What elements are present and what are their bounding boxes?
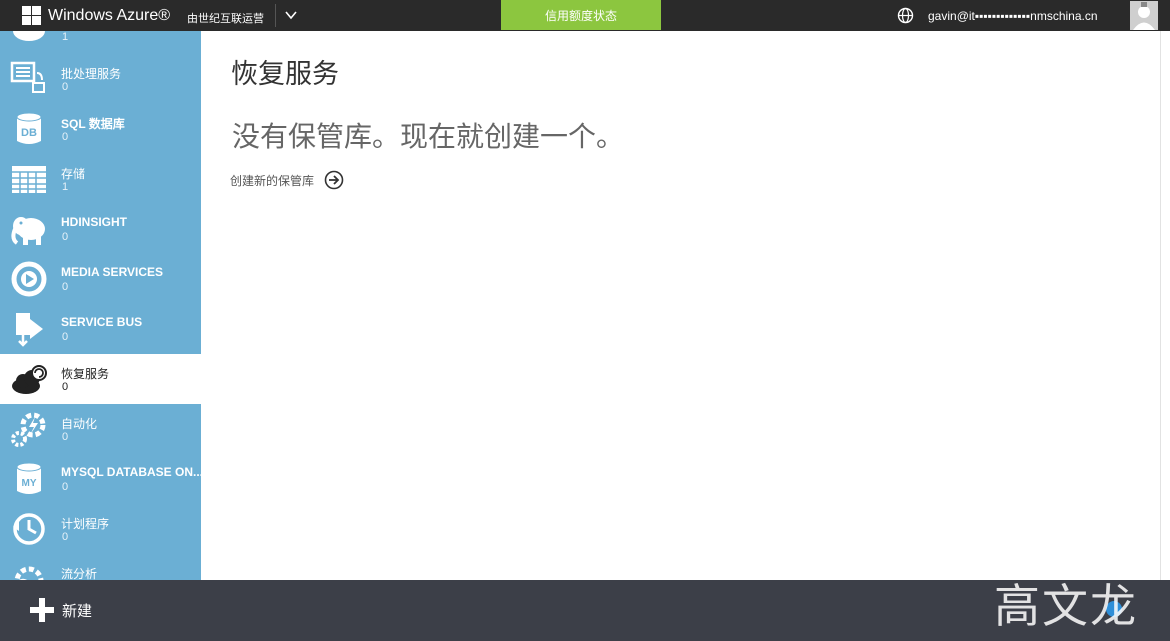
recovery-cloud-icon — [12, 365, 47, 394]
svg-text:DB: DB — [21, 127, 37, 139]
topbar-divider — [275, 4, 276, 27]
sidebar: 1 批处理服务 0 DB SQL 数据库 0 存储 1 HDINSIGHT 0 … — [0, 31, 201, 580]
sidebar-item-label: SQL 数据库 — [61, 117, 125, 131]
sidebar-item-label: 自动化 — [61, 417, 98, 431]
sidebar-item-scheduler[interactable]: 计划程序 0 — [0, 504, 201, 554]
chevron-down-icon[interactable] — [284, 8, 298, 22]
logo-text: Windows Azure® — [48, 7, 171, 24]
globe-icon[interactable] — [897, 7, 914, 24]
sidebar-item-count: 0 — [62, 481, 69, 493]
sidebar-item-count: 0 — [62, 531, 69, 543]
scrollbar-track[interactable] — [1160, 31, 1161, 580]
sidebar-item-media-services[interactable]: MEDIA SERVICES 0 — [0, 254, 201, 304]
svg-text:MY: MY — [22, 478, 37, 489]
sidebar-item-count: 1 — [62, 31, 69, 43]
sidebar-item-label: 批处理服务 — [61, 67, 122, 81]
sidebar-item-count: 0 — [62, 381, 69, 393]
new-button-label: 新建 — [62, 602, 93, 620]
sidebar-item-label: 恢复服务 — [61, 367, 110, 381]
user-avatar-icon — [1130, 1, 1158, 30]
automation-gear-icon — [11, 412, 46, 447]
scheduler-clock-icon — [13, 513, 45, 545]
sidebar-item-label: 计划程序 — [61, 517, 110, 531]
sidebar-item-label: HDINSIGHT — [61, 215, 127, 229]
mysql-icon: MY — [16, 462, 42, 494]
sidebar-item-label: MEDIA SERVICES — [61, 265, 164, 279]
sidebar-item-hdinsight[interactable]: HDINSIGHT 0 — [0, 204, 201, 254]
cloud-icon — [13, 31, 45, 41]
sidebar-item-label: SERVICE BUS — [61, 315, 143, 329]
sidebar-item-count: 0 — [62, 281, 69, 293]
storage-table-icon — [12, 166, 46, 193]
sidebar-item-count: 0 — [62, 431, 69, 443]
empty-state-message: 没有保管库。现在就创建一个。 — [232, 120, 625, 153]
database-icon: DB — [16, 112, 42, 144]
batch-icon — [10, 61, 45, 93]
sidebar-item-partial[interactable]: 1 — [0, 31, 201, 54]
user-email[interactable]: gavin@it▪▪▪▪▪▪▪▪▪▪▪▪▪nmschina.cn — [928, 9, 1098, 23]
create-vault-link[interactable]: 创建新的保管库 — [230, 170, 344, 190]
sidebar-item-sql-database[interactable]: DB SQL 数据库 0 — [0, 104, 201, 154]
sidebar-item-count: 0 — [62, 81, 69, 93]
sidebar-item-automation[interactable]: 自动化 0 — [0, 404, 201, 454]
sidebar-item-recovery-services[interactable]: 恢复服务 0 — [0, 354, 201, 404]
sidebar-item-count: 1 — [62, 181, 69, 193]
page-title: 恢复服务 — [231, 59, 339, 89]
sidebar-item-count: 0 — [62, 331, 69, 343]
sidebar-item-service-bus[interactable]: SERVICE BUS 0 — [0, 304, 201, 354]
sidebar-item-mysql[interactable]: MY MYSQL DATABASE ON... 0 — [0, 454, 201, 504]
sidebar-item-stream-analytics[interactable]: 流分析 0 — [0, 554, 201, 580]
arrow-right-circle-icon[interactable] — [324, 170, 344, 190]
sidebar-item-label: 流分析 — [61, 567, 98, 580]
top-bar: Windows Azure® 由世纪互联运营 信用额度状态 gavin@it▪▪… — [0, 0, 1170, 31]
avatar[interactable] — [1130, 1, 1158, 30]
sidebar-item-batch[interactable]: 批处理服务 0 — [0, 54, 201, 104]
credit-status-button[interactable]: 信用额度状态 — [501, 0, 661, 30]
stream-analytics-icon — [14, 566, 44, 580]
media-play-icon — [11, 261, 47, 297]
plus-icon — [30, 598, 54, 622]
azure-logo[interactable]: Windows Azure® — [22, 6, 170, 26]
new-button[interactable]: 新建 — [30, 598, 92, 622]
elephant-icon — [11, 217, 45, 245]
sidebar-item-count: 0 — [62, 131, 69, 143]
sidebar-item-label: MYSQL DATABASE ON... — [61, 465, 201, 479]
service-bus-icon — [16, 313, 43, 347]
sidebar-item-count: 0 — [62, 231, 69, 243]
sidebar-item-storage[interactable]: 存储 1 — [0, 154, 201, 204]
watermark: 高文龙 — [994, 579, 1138, 633]
operator-label: 由世纪互联运营 — [187, 13, 264, 25]
sidebar-item-label: 存储 — [61, 167, 86, 181]
create-vault-label: 创建新的保管库 — [230, 173, 315, 188]
windows-flag-icon — [22, 6, 42, 26]
